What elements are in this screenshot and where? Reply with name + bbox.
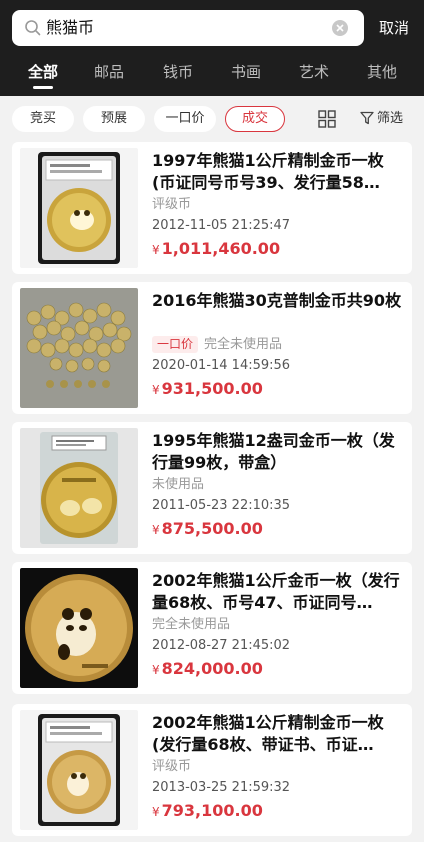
cancel-button[interactable]: 取消 xyxy=(370,10,418,46)
filter-chip-preview[interactable]: 预展 xyxy=(83,106,145,132)
price-value: 931,500.00 xyxy=(161,379,263,398)
item-condition: 完全未使用品 xyxy=(204,337,283,352)
currency-symbol: ¥ xyxy=(152,383,160,397)
active-tab-indicator xyxy=(33,86,53,89)
search-input[interactable]: 熊猫币 xyxy=(12,10,364,46)
item-condition: 完全未使用品 xyxy=(152,617,231,632)
item-time: 2012-11-05 21:25:47 xyxy=(152,218,291,233)
search-icon xyxy=(25,20,41,36)
price-value: 824,000.00 xyxy=(161,659,263,678)
item-title: 2002年熊猫1公斤精制金币一枚(发行量68枚、带证书、币证… xyxy=(152,713,384,754)
item-price: ¥824,000.00 xyxy=(152,656,404,682)
coin-pile-image xyxy=(20,288,138,408)
item-time: 2020-01-14 14:59:56 xyxy=(152,358,291,373)
filter-chip-sold[interactable]: 成交 xyxy=(225,106,285,132)
item-condition: 评级币 xyxy=(152,197,192,212)
category-tabs: 全部 邮品 钱币 书画 艺术 其他 xyxy=(0,56,424,96)
item-condition: 未使用品 xyxy=(152,477,205,492)
item-time: 2011-05-23 22:10:35 xyxy=(152,498,291,513)
list-item[interactable]: 2002年熊猫1公斤金币一枚（发行量68枚、币号47、币证同号… 完全未使用品 … xyxy=(12,562,412,694)
currency-symbol: ¥ xyxy=(152,523,160,537)
currency-symbol: ¥ xyxy=(152,243,160,257)
list-item[interactable]: 2002年熊猫1公斤精制金币一枚(发行量68枚、带证书、币证… 评级币 2013… xyxy=(12,704,412,836)
filter-label: 筛选 xyxy=(377,111,404,126)
item-price: ¥793,100.00 xyxy=(152,798,404,824)
item-thumbnail xyxy=(20,428,138,548)
funnel-icon xyxy=(360,111,374,125)
price-value: 1,011,460.00 xyxy=(161,239,281,258)
item-thumbnail xyxy=(20,148,138,268)
list-item[interactable]: 1997年熊猫1公斤精制金币一枚(币证同号币号39、发行量58… 评级币 201… xyxy=(12,142,412,274)
list-item[interactable]: 1995年熊猫12盎司金币一枚（发行量99枚，带盒） 未使用品 2011-05-… xyxy=(12,422,412,554)
gold-coin-image xyxy=(20,568,138,688)
tab-other[interactable]: 其他 xyxy=(357,56,407,96)
tab-art[interactable]: 艺术 xyxy=(289,56,339,96)
grid-view-icon[interactable] xyxy=(318,110,336,128)
item-thumbnail xyxy=(20,568,138,688)
graded-slab-coin-image xyxy=(20,148,138,268)
item-price: ¥1,011,460.00 xyxy=(152,236,404,262)
currency-symbol: ¥ xyxy=(152,805,160,819)
item-time: 2012-08-27 21:45:02 xyxy=(152,638,291,653)
tab-coins[interactable]: 钱币 xyxy=(153,56,203,96)
clear-icon[interactable] xyxy=(332,20,348,36)
fixed-price-tag: 一口价 xyxy=(152,336,199,353)
item-time: 2013-03-25 21:59:32 xyxy=(152,780,291,795)
tab-all[interactable]: 全部 xyxy=(18,56,68,96)
item-title: 1997年熊猫1公斤精制金币一枚(币证同号币号39、发行量58… xyxy=(152,151,384,192)
item-title: 2016年熊猫30克普制金币共90枚 xyxy=(152,291,402,310)
list-item[interactable]: 2016年熊猫30克普制金币共90枚 一口价 完全未使用品 2020-01-14 … xyxy=(12,282,412,414)
item-thumbnail xyxy=(20,710,138,830)
search-query: 熊猫币 xyxy=(46,18,95,37)
filter-chip-bidding[interactable]: 竞买 xyxy=(12,106,74,132)
currency-symbol: ¥ xyxy=(152,663,160,677)
item-title: 2002年熊猫1公斤金币一枚（发行量68枚、币号47、币证同号… xyxy=(152,571,400,612)
price-value: 793,100.00 xyxy=(161,801,263,820)
item-price: ¥931,500.00 xyxy=(152,376,404,402)
filter-bar: 竞买 预展 一口价 成交 筛选 xyxy=(0,96,424,142)
price-value: 875,500.00 xyxy=(161,519,263,538)
graded-slab-coin-image xyxy=(20,710,138,830)
item-title: 1995年熊猫12盎司金币一枚（发行量99枚，带盒） xyxy=(152,431,395,472)
filter-button[interactable]: 筛选 xyxy=(360,106,403,132)
tab-paintings[interactable]: 书画 xyxy=(221,56,271,96)
tab-stamps[interactable]: 邮品 xyxy=(84,56,134,96)
top-bar: 熊猫币 取消 全部 邮品 钱币 书画 艺术 其他 xyxy=(0,0,424,96)
filter-chip-fixed-price[interactable]: 一口价 xyxy=(154,106,216,132)
item-price: ¥875,500.00 xyxy=(152,516,404,542)
sealed-coin-image xyxy=(20,428,138,548)
item-condition: 评级币 xyxy=(152,759,192,774)
item-thumbnail xyxy=(20,288,138,408)
